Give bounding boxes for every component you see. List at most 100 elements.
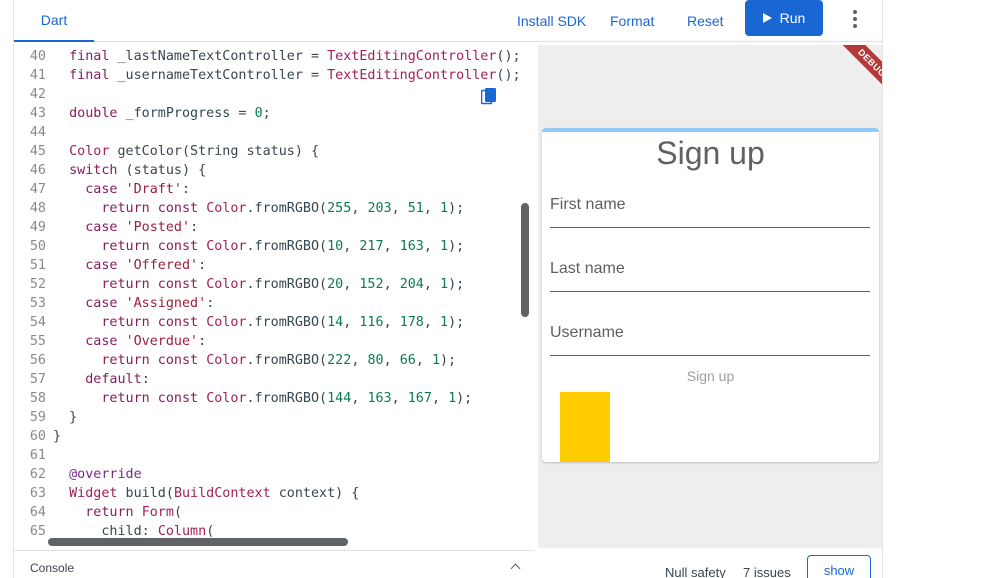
- code-editor[interactable]: 40 final _lastNameTextController = TextE…: [14, 45, 534, 548]
- line-number: 41: [29, 68, 46, 83]
- code-text: case 'Offered':: [85, 258, 207, 273]
- code-line: 61: [14, 446, 534, 465]
- line-number: 42: [29, 87, 46, 102]
- code-line: 50 return const Color.fromRGBO(10, 217, …: [14, 237, 534, 256]
- code-line: 53 case 'Assigned':: [14, 294, 534, 313]
- line-number: 49: [29, 220, 46, 235]
- code-text: double _formProgress = 0;: [69, 106, 271, 121]
- code-text: final _usernameTextController = TextEdit…: [69, 68, 521, 83]
- line-number: 40: [29, 49, 46, 64]
- editor-vertical-scrollbar[interactable]: [521, 203, 529, 317]
- line-number: 46: [29, 163, 46, 178]
- code-line: 49 case 'Posted':: [14, 218, 534, 237]
- code-line: 60}: [14, 427, 534, 446]
- code-line: 59 }: [14, 408, 534, 427]
- first-name-field[interactable]: First name: [550, 188, 870, 228]
- code-line: 52 return const Color.fromRGBO(20, 152, …: [14, 275, 534, 294]
- code-text: return Form(: [85, 505, 182, 520]
- code-text: case 'Draft':: [85, 182, 191, 197]
- code-text: return const Color.fromRGBO(14, 116, 178…: [101, 315, 465, 330]
- last-name-field[interactable]: Last name: [550, 252, 870, 292]
- reset-button[interactable]: Reset: [687, 6, 724, 36]
- code-text: Color getColor(String status) {: [69, 144, 320, 159]
- line-number: 53: [29, 296, 46, 311]
- line-number: 56: [29, 353, 46, 368]
- code-line: 46 switch (status) {: [14, 161, 534, 180]
- code-line: 63 Widget build(BuildContext context) {: [14, 484, 534, 503]
- code-line: 42: [14, 85, 534, 104]
- editor-horizontal-scrollbar[interactable]: [48, 538, 348, 546]
- code-text: return const Color.fromRGBO(20, 152, 204…: [101, 277, 465, 292]
- code-line: 41 final _usernameTextController = TextE…: [14, 66, 534, 85]
- code-text: case 'Posted':: [85, 220, 199, 235]
- code-line: 62 @override: [14, 465, 534, 484]
- line-number: 59: [29, 410, 46, 425]
- code-text: final _lastNameTextController = TextEdit…: [69, 49, 521, 64]
- copy-icon[interactable]: [481, 88, 497, 106]
- form-progress-bar: [542, 128, 879, 132]
- line-number: 50: [29, 239, 46, 254]
- show-issues-button[interactable]: show: [807, 555, 871, 578]
- code-text: switch (status) {: [69, 163, 207, 178]
- run-button-label: Run: [779, 10, 806, 26]
- signup-card: Sign up First name Last name Username Si…: [542, 128, 879, 462]
- line-number: 65: [29, 524, 46, 539]
- username-field[interactable]: Username: [550, 316, 870, 356]
- code-text: }: [53, 410, 78, 425]
- line-number: 44: [29, 125, 46, 140]
- username-label: Username: [550, 324, 624, 341]
- format-button[interactable]: Format: [610, 6, 654, 36]
- code-text: case 'Overdue':: [85, 334, 207, 349]
- code-line: 44: [14, 123, 534, 142]
- code-text: case 'Assigned':: [85, 296, 215, 311]
- code-line: 43 double _formProgress = 0;: [14, 104, 534, 123]
- code-text: Widget build(BuildContext context) {: [69, 486, 360, 501]
- tab-dart[interactable]: Dart: [14, 0, 94, 42]
- app-preview: DEBUG Sign up First name Last name Usern…: [538, 45, 882, 548]
- line-number: 60: [29, 429, 46, 444]
- code-line: 64 return Form(: [14, 503, 534, 522]
- run-button[interactable]: Run: [745, 0, 823, 36]
- code-line: 56 return const Color.fromRGBO(222, 80, …: [14, 351, 534, 370]
- code-text: return const Color.fromRGBO(255, 203, 51…: [101, 201, 465, 216]
- chevron-up-icon[interactable]: [510, 563, 521, 574]
- line-number: 61: [29, 448, 46, 463]
- line-number: 58: [29, 391, 46, 406]
- status-color-box: [560, 392, 610, 462]
- first-name-label: First name: [550, 196, 626, 213]
- play-icon: [762, 13, 772, 23]
- console-label: Console: [30, 561, 75, 575]
- code-line: 51 case 'Offered':: [14, 256, 534, 275]
- code-text: default:: [85, 372, 150, 387]
- code-line: 58 return const Color.fromRGBO(144, 163,…: [14, 389, 534, 408]
- line-number: 55: [29, 334, 46, 349]
- code-text: return const Color.fromRGBO(10, 217, 163…: [101, 239, 465, 254]
- signup-button[interactable]: Sign up: [542, 368, 879, 384]
- line-number: 57: [29, 372, 46, 387]
- debug-banner: DEBUG: [830, 45, 882, 105]
- line-number: 62: [29, 467, 46, 482]
- line-number: 45: [29, 144, 46, 159]
- code-line: 55 case 'Overdue':: [14, 332, 534, 351]
- code-line: 45 Color getColor(String status) {: [14, 142, 534, 161]
- code-text: @override: [69, 467, 142, 482]
- console-bar[interactable]: Console: [14, 550, 534, 578]
- top-toolbar: Dart Install SDK Format Reset Run: [14, 0, 882, 42]
- status-bar: Null safety 7 issues show: [538, 548, 882, 578]
- code-line: 48 return const Color.fromRGBO(255, 203,…: [14, 199, 534, 218]
- line-number: 52: [29, 277, 46, 292]
- line-number: 43: [29, 106, 46, 121]
- code-line: 57 default:: [14, 370, 534, 389]
- code-line: 47 case 'Draft':: [14, 180, 534, 199]
- install-sdk-button[interactable]: Install SDK: [517, 6, 586, 36]
- signup-title: Sign up: [656, 135, 765, 171]
- code-text: }: [53, 429, 62, 444]
- line-number: 54: [29, 315, 46, 330]
- code-text: return const Color.fromRGBO(144, 163, 16…: [101, 391, 473, 406]
- line-number: 64: [29, 505, 46, 520]
- code-text: return const Color.fromRGBO(222, 80, 66,…: [101, 353, 457, 368]
- more-vert-icon[interactable]: [842, 6, 868, 32]
- dartpad-app: Dart Install SDK Format Reset Run 40 fin…: [13, 0, 883, 578]
- line-number: 47: [29, 182, 46, 197]
- line-number: 48: [29, 201, 46, 216]
